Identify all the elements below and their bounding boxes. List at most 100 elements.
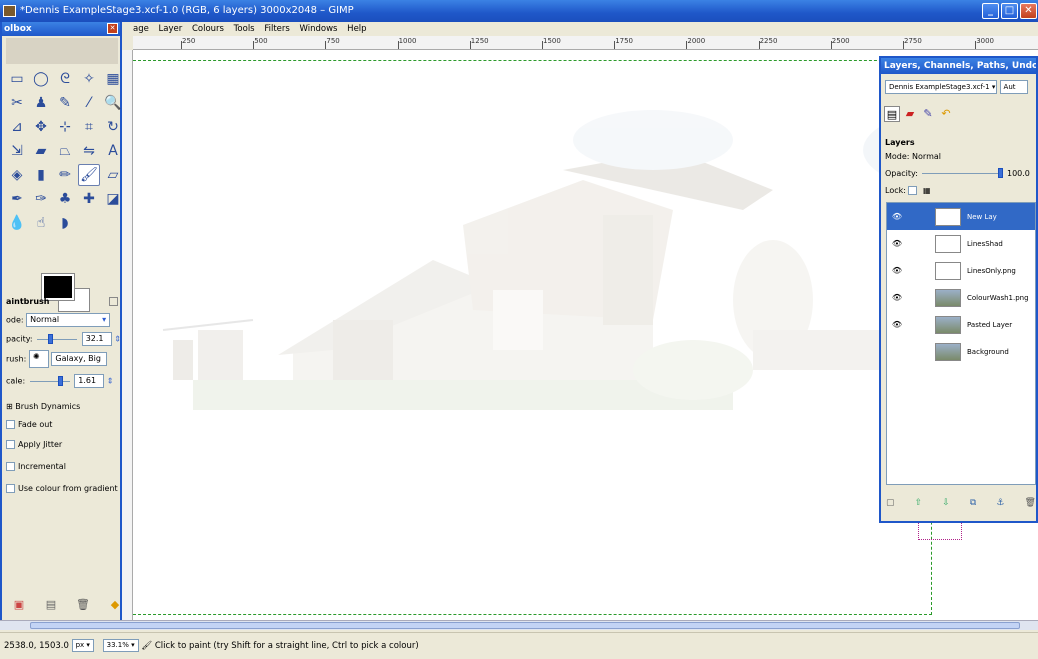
horizontal-ruler[interactable]: 250 500 750 1000 1250 1500 1750 2000 2250 2500 275… xyxy=(133,36,1038,50)
layer-opacity-slider-handle[interactable] xyxy=(998,168,1004,178)
horizontal-scrollbar[interactable] xyxy=(0,620,1038,630)
shear-icon[interactable]: ▰ xyxy=(30,140,52,162)
menu-filters[interactable]: Filters xyxy=(264,24,289,34)
reset-options-icon[interactable]: ◆ xyxy=(108,598,122,611)
toolbox-close-button[interactable]: ✕ xyxy=(107,23,118,34)
restore-options-icon[interactable]: ▤ xyxy=(44,598,58,611)
mode-select[interactable]: Normal ▾ xyxy=(26,313,111,327)
minimize-button[interactable]: _ xyxy=(982,3,999,19)
paintbrush-icon[interactable]: 🖌 xyxy=(78,164,100,186)
rotate-icon[interactable]: ↻ xyxy=(102,116,124,138)
blur-icon[interactable]: 💧 xyxy=(6,212,28,234)
menu-help[interactable]: Help xyxy=(347,24,366,34)
menu-windows[interactable]: Windows xyxy=(300,24,338,34)
smudge-icon[interactable]: ☝ xyxy=(30,212,52,234)
perspective-clone-icon[interactable]: ◪ xyxy=(102,188,124,210)
incremental-checkbox[interactable]: Incremental xyxy=(6,462,66,471)
checkbox-icon[interactable] xyxy=(6,462,15,471)
color-select-icon[interactable]: ▦ xyxy=(102,68,124,90)
paths-icon[interactable]: ✎ xyxy=(54,92,76,114)
fuzzy-select-icon[interactable]: ✧ xyxy=(78,68,100,90)
opacity-input[interactable]: 32.1 xyxy=(81,332,112,346)
move-icon[interactable]: ✥ xyxy=(30,116,52,138)
layer-opacity-value[interactable]: 100.0 xyxy=(1007,169,1030,178)
eye-icon[interactable]: 👁 xyxy=(887,239,907,248)
unit-select[interactable]: px ▾ xyxy=(71,639,94,652)
opacity-slider[interactable] xyxy=(37,333,78,344)
delete-options-icon[interactable]: 🗑 xyxy=(76,598,90,611)
save-options-icon[interactable]: ▣ xyxy=(12,598,26,611)
dock-title[interactable]: Layers, Channels, Paths, Undo xyxy=(881,58,1036,74)
lock-alpha-icon[interactable]: ▦ xyxy=(923,186,931,195)
layer-row[interactable]: Background xyxy=(887,338,1035,365)
tab-channels-icon[interactable]: ▰ xyxy=(902,106,918,122)
brush-dynamics-expander[interactable]: ⊞ Brush Dynamics xyxy=(6,402,80,411)
airbrush-icon[interactable]: ✒ xyxy=(6,188,28,210)
ellipse-select-icon[interactable]: ◯ xyxy=(30,68,52,90)
eye-icon[interactable]: 👁 xyxy=(887,320,907,329)
anchor-layer-icon[interactable]: ⚓ xyxy=(996,498,1004,508)
layer-row[interactable]: 👁 ColourWash1.png xyxy=(887,284,1035,311)
image-select[interactable]: Dennis ExampleStage3.xcf-1 ▾ xyxy=(885,80,997,94)
clone-icon[interactable]: ♣ xyxy=(54,188,76,210)
ink-icon[interactable]: ✑ xyxy=(30,188,52,210)
color-picker-icon[interactable]: ⁄ xyxy=(78,92,100,114)
checkbox-icon[interactable] xyxy=(6,440,15,449)
menu-image[interactable]: age xyxy=(133,24,149,34)
new-layer-icon[interactable]: ▢ xyxy=(886,498,895,508)
scale-input[interactable]: 1.61 xyxy=(74,374,105,388)
window-title-bar[interactable]: *Dennis ExampleStage3.xcf-1.0 (RGB, 6 la… xyxy=(0,0,1038,22)
options-menu-icon[interactable] xyxy=(109,297,118,306)
checkbox-icon[interactable] xyxy=(6,420,15,429)
perspective-icon[interactable]: ⏢ xyxy=(54,140,76,162)
scale-slider-handle[interactable] xyxy=(57,375,63,386)
zoom-select[interactable]: 33.1% ▾ xyxy=(102,639,139,652)
auto-button[interactable]: Aut xyxy=(999,80,1028,94)
opacity-slider-handle[interactable] xyxy=(47,333,53,344)
zoom-icon[interactable]: 🔍 xyxy=(102,92,124,114)
heal-icon[interactable]: ✚ xyxy=(78,188,100,210)
align-icon[interactable]: ⊹ xyxy=(54,116,76,138)
crop-icon[interactable]: ⌗ xyxy=(78,116,100,138)
layer-mode-value[interactable]: Normal xyxy=(912,152,941,161)
measure-icon[interactable]: ⊿ xyxy=(6,116,28,138)
eye-icon[interactable]: 👁 xyxy=(887,293,907,302)
lasso-icon[interactable]: ᘓ xyxy=(54,68,76,90)
close-button[interactable]: ✕ xyxy=(1020,3,1037,19)
menu-colours[interactable]: Colours xyxy=(192,24,224,34)
raise-layer-icon[interactable]: ⇧ xyxy=(915,498,923,508)
lock-pixels-checkbox[interactable] xyxy=(908,186,918,195)
spin-icon[interactable]: ⇕ xyxy=(107,377,114,386)
bucket-fill-icon[interactable]: ◈ xyxy=(6,164,28,186)
layer-row[interactable]: 👁 LinesOnly.png xyxy=(887,257,1035,284)
layer-row[interactable]: 👁 Pasted Layer xyxy=(887,311,1035,338)
tab-paths-icon[interactable]: ✎ xyxy=(920,106,936,122)
layer-opacity-slider[interactable] xyxy=(922,168,1004,178)
tab-layers-icon[interactable]: ▤ xyxy=(884,106,900,122)
lower-layer-icon[interactable]: ⇩ xyxy=(942,498,950,508)
use-gradient-checkbox[interactable]: Use colour from gradient xyxy=(6,484,118,493)
spin-icon[interactable]: ⇕ xyxy=(114,335,121,344)
delete-layer-icon[interactable]: 🗑 xyxy=(1025,498,1036,508)
rect-select-icon[interactable]: ▭ xyxy=(6,68,28,90)
fade-out-checkbox[interactable]: Fade out xyxy=(6,420,52,429)
fg-bg-color-selector[interactable] xyxy=(41,273,92,314)
apply-jitter-checkbox[interactable]: Apply Jitter xyxy=(6,440,62,449)
blend-icon[interactable]: ▮ xyxy=(30,164,52,186)
menu-tools[interactable]: Tools xyxy=(234,24,255,34)
flip-icon[interactable]: ⇋ xyxy=(78,140,100,162)
foreground-select-icon[interactable]: ♟ xyxy=(30,92,52,114)
maximize-button[interactable]: □ xyxy=(1001,3,1018,19)
scale-icon[interactable]: ⇲ xyxy=(6,140,28,162)
checkbox-icon[interactable] xyxy=(6,484,15,493)
pencil-icon[interactable]: ✏ xyxy=(54,164,76,186)
duplicate-layer-icon[interactable]: ⧉ xyxy=(970,498,976,508)
layer-row[interactable]: 👁 New Lay xyxy=(887,203,1035,230)
brush-preview-icon[interactable]: ✺ xyxy=(28,350,49,368)
menu-layer[interactable]: Layer xyxy=(159,24,183,34)
text-icon[interactable]: A xyxy=(102,140,124,162)
eraser-icon[interactable]: ▱ xyxy=(102,164,124,186)
scale-slider[interactable] xyxy=(29,375,70,386)
layer-row[interactable]: 👁 LinesShad xyxy=(887,230,1035,257)
tab-undo-icon[interactable]: ↶ xyxy=(938,106,954,122)
